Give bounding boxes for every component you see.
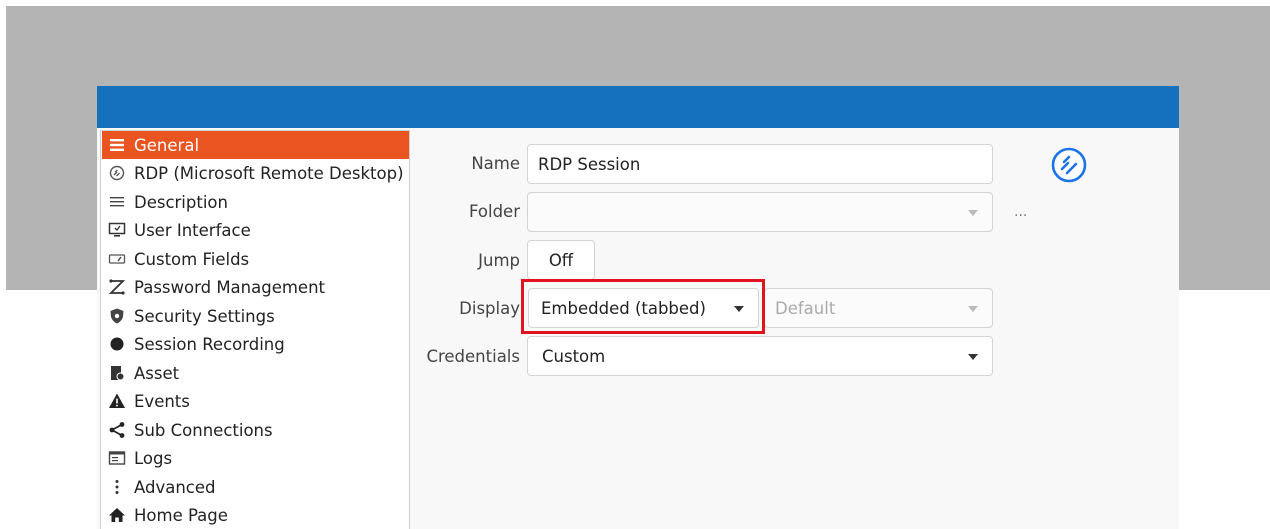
dots-icon	[107, 477, 127, 497]
asset-icon	[107, 363, 127, 383]
name-input[interactable]: RDP Session	[527, 144, 993, 184]
name-label: Name	[471, 154, 520, 173]
logs-icon	[107, 448, 127, 468]
display-secondary-select[interactable]: Default	[764, 288, 993, 328]
sidebar-item-advanced[interactable]: Advanced	[102, 473, 409, 501]
sidebar-item-label: Security Settings	[134, 306, 275, 326]
share-icon	[107, 420, 127, 440]
sidebar-item-label: Asset	[134, 363, 180, 383]
sidebar-item-label: Events	[134, 391, 190, 411]
sidebar-item-rdp[interactable]: RDP (Microsoft Remote Desktop)	[102, 159, 409, 187]
sidebar-item-label: General	[134, 135, 200, 155]
home-icon	[107, 505, 127, 525]
sidebar-item-asset[interactable]: Asset	[102, 359, 409, 387]
sidebar-item-label: Session Recording	[134, 334, 285, 354]
sidebar-item-label: Password Management	[134, 277, 326, 297]
sidebar-item-label: Advanced	[134, 477, 216, 497]
sidebar-item-password-management[interactable]: Password Management	[102, 273, 409, 301]
sidebar-item-custom-fields[interactable]: Custom Fields	[102, 245, 409, 273]
jump-toggle-button[interactable]: Off	[527, 240, 595, 280]
display-highlight-box	[521, 279, 765, 334]
sidebar-item-label: Description	[134, 192, 228, 212]
sidebar-item-label: Logs	[134, 448, 173, 468]
sidebar-item-session-recording[interactable]: Session Recording	[102, 330, 409, 358]
sidebar-item-description[interactable]: Description	[102, 188, 409, 216]
password-icon	[107, 277, 127, 297]
display-label: Display	[459, 299, 520, 318]
jump-label: Jump	[478, 251, 520, 270]
sidebar-item-security-settings[interactable]: Security Settings	[102, 302, 409, 330]
lines-icon	[107, 192, 127, 212]
sidebar-nav: General RDP (Microsoft Remote Desktop) D…	[100, 130, 410, 529]
hamburger-icon	[107, 135, 127, 155]
folder-select[interactable]	[527, 192, 993, 232]
tag-icon	[107, 249, 127, 269]
sidebar-item-sub-connections[interactable]: Sub Connections	[102, 416, 409, 444]
chevron-down-icon	[968, 306, 978, 312]
sidebar-item-user-interface[interactable]: User Interface	[102, 216, 409, 244]
rdp-icon	[107, 163, 127, 183]
record-icon	[107, 334, 127, 354]
sidebar-item-label: Home Page	[134, 505, 228, 525]
rdp-logo-icon	[1050, 146, 1088, 184]
credentials-select[interactable]: Custom	[527, 336, 993, 376]
jump-toggle-value: Off	[548, 250, 574, 270]
sidebar-item-events[interactable]: Events	[102, 387, 409, 415]
sidebar-item-label: Sub Connections	[134, 420, 273, 440]
credentials-value: Custom	[542, 346, 606, 366]
chevron-down-icon	[968, 210, 978, 216]
credentials-label: Credentials	[426, 347, 520, 366]
sidebar-item-general[interactable]: General	[102, 131, 409, 159]
sidebar-item-label: User Interface	[134, 220, 251, 240]
chevron-down-icon	[968, 354, 978, 360]
window-titlebar	[97, 86, 1179, 128]
folder-more-button[interactable]: ...	[1014, 204, 1027, 220]
sidebar-item-label: RDP (Microsoft Remote Desktop)	[134, 163, 404, 183]
name-input-value: RDP Session	[538, 154, 641, 174]
sidebar-item-logs[interactable]: Logs	[102, 444, 409, 472]
display-secondary-value: Default	[775, 298, 836, 318]
sidebar-item-label: Custom Fields	[134, 249, 250, 269]
warning-icon	[107, 391, 127, 411]
monitor-icon	[107, 220, 127, 240]
shield-icon	[107, 306, 127, 326]
sidebar-item-home-page[interactable]: Home Page	[102, 501, 409, 529]
folder-label: Folder	[469, 202, 520, 221]
